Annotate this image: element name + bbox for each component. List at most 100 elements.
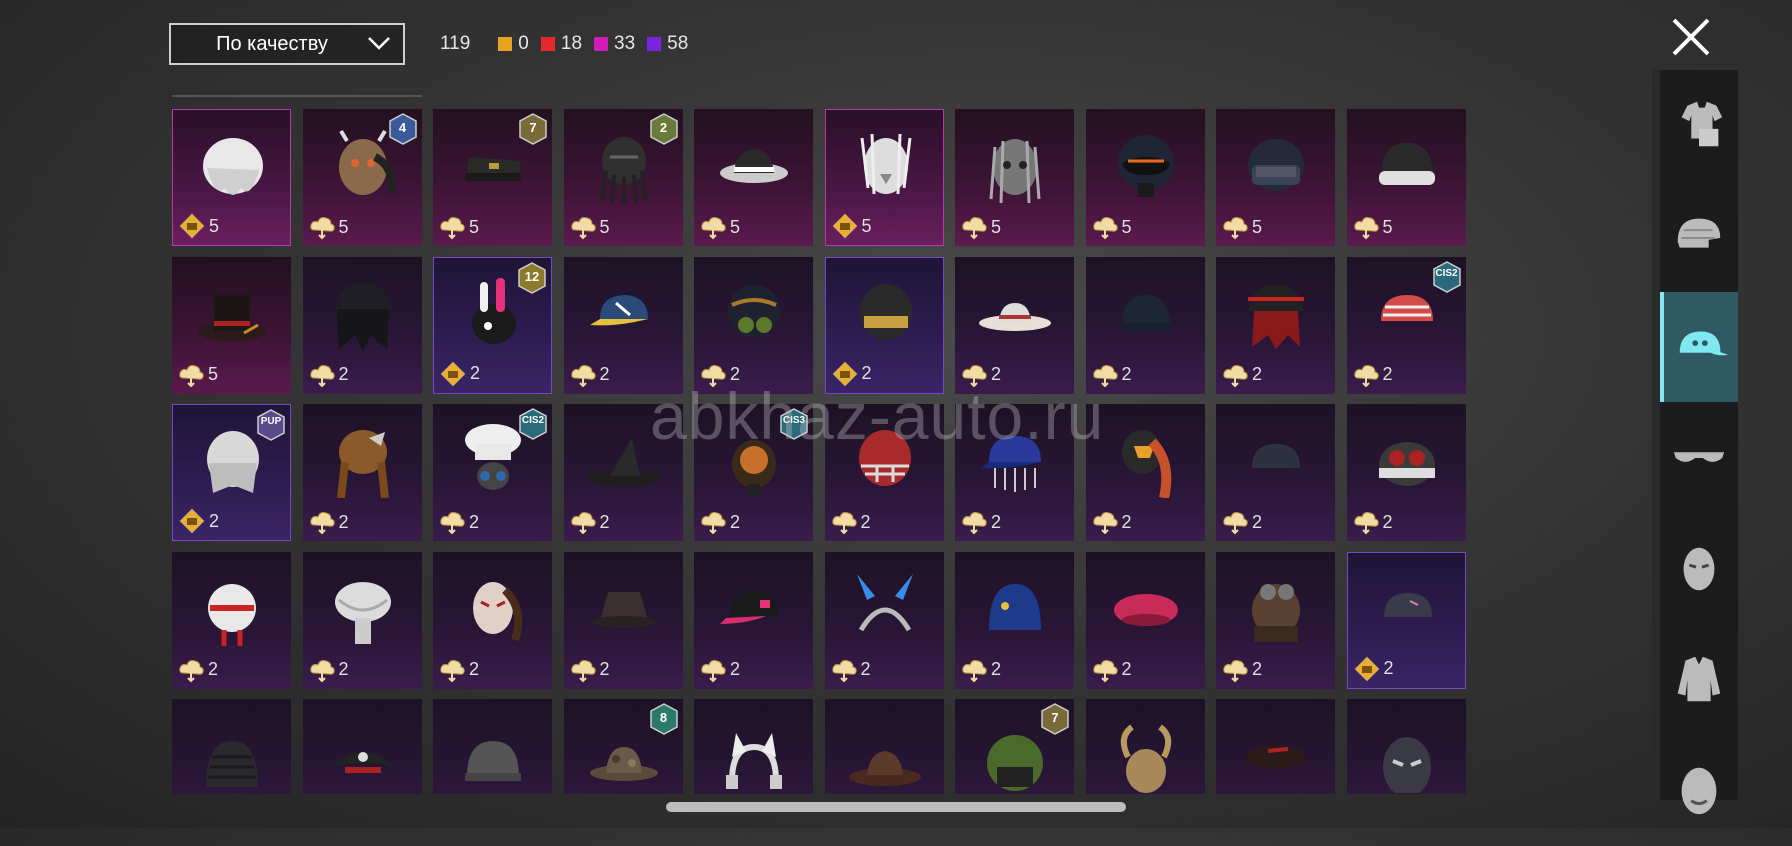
cloud-coin-icon — [1223, 512, 1248, 535]
item-card[interactable]: 2 — [1216, 256, 1335, 394]
price-value: 5 — [1252, 216, 1263, 237]
item-card[interactable]: PUP 2 — [172, 404, 291, 541]
price-value: 2 — [599, 511, 610, 532]
count-red: 18 — [540, 33, 582, 55]
cap-dark-icon — [1383, 592, 1442, 621]
item-card[interactable]: 5 — [955, 109, 1074, 246]
mask-dread-icon — [989, 139, 1041, 203]
item-card[interactable]: 2 — [302, 551, 422, 689]
jester-icon — [1120, 724, 1171, 793]
item-card[interactable]: 2 — [1346, 551, 1466, 689]
cloud-coin-icon — [570, 512, 596, 535]
cloud-coin-icon — [831, 512, 857, 535]
item-card[interactable]: 5 — [694, 109, 813, 246]
item-card[interactable]: 2 — [955, 551, 1074, 689]
item-price: 2 — [309, 362, 349, 388]
close-icon[interactable] — [1668, 14, 1714, 60]
item-card[interactable]: 2 — [824, 256, 944, 394]
cloud-coin-icon — [440, 659, 465, 682]
item-price: 5 — [179, 213, 219, 239]
beanie-dark-icon — [1119, 294, 1172, 331]
item-card[interactable]: 25 — [563, 109, 683, 246]
watermark: abkhaz-auto.ru — [650, 379, 1105, 453]
eyewear-tab[interactable] — [1660, 403, 1738, 513]
item-card[interactable]: 2 — [1346, 404, 1466, 541]
item-card[interactable] — [433, 699, 552, 794]
item-card[interactable]: 12 2 — [433, 256, 552, 394]
item-price: 5 — [570, 214, 610, 240]
item-price: 2 — [700, 509, 740, 535]
item-card[interactable]: 2 — [1085, 551, 1205, 689]
item-price: 2 — [570, 509, 610, 535]
item-card[interactable]: 2 — [1216, 404, 1335, 541]
item-card[interactable]: 5 — [172, 109, 291, 246]
face-tab[interactable] — [1660, 736, 1738, 846]
level-badge: PUP — [256, 409, 286, 441]
horizontal-scrollbar[interactable] — [666, 802, 1126, 812]
item-card[interactable]: 8 — [563, 699, 683, 794]
item-card[interactable]: 45 — [302, 109, 422, 246]
badge-label: 4 — [398, 120, 407, 135]
coin-icon — [179, 213, 205, 239]
item-card[interactable]: 7 — [955, 699, 1074, 794]
price-value: 2 — [1121, 511, 1132, 532]
item-card[interactable]: CIS2 2 — [433, 404, 552, 541]
price-value: 2 — [1252, 511, 1263, 532]
jacket-tab[interactable] — [1660, 625, 1738, 735]
item-card[interactable]: CIS2 2 — [1346, 256, 1466, 394]
item-price: 5 — [309, 214, 349, 240]
turban-icon — [334, 581, 391, 644]
cloud-coin-icon — [309, 364, 335, 387]
mask-tab[interactable] — [1660, 514, 1738, 624]
item-price: 2 — [961, 509, 1001, 535]
braids-icon — [336, 430, 389, 498]
item-card[interactable]: 2 — [694, 256, 813, 394]
sort-dropdown[interactable]: По качеству — [169, 23, 405, 65]
item-card[interactable]: 2 — [433, 551, 552, 689]
item-card[interactable] — [1346, 699, 1466, 794]
item-card[interactable] — [1216, 699, 1335, 794]
helmet-tab[interactable] — [1660, 181, 1738, 291]
item-card[interactable]: 5 — [824, 109, 944, 246]
item-card[interactable]: 2 — [824, 551, 944, 689]
cloud-coin-icon — [701, 659, 726, 682]
jacket-icon — [1677, 656, 1721, 702]
category-sidebar — [1660, 70, 1738, 815]
item-price: 2 — [179, 508, 219, 534]
outfit-tab[interactable] — [1660, 70, 1738, 180]
item-card[interactable]: 2 — [694, 551, 813, 689]
item-card[interactable] — [694, 699, 813, 794]
cloud-coin-icon — [570, 217, 596, 240]
cloud-coin-icon — [179, 364, 204, 387]
item-price: 5 — [831, 213, 872, 239]
item-card[interactable]: 2 — [563, 551, 683, 689]
item-card[interactable]: 2 — [1085, 256, 1205, 394]
item-card[interactable]: 2 — [302, 404, 422, 541]
red-square-icon — [540, 37, 555, 51]
item-card[interactable] — [302, 699, 422, 794]
item-card[interactable] — [172, 699, 291, 794]
item-card[interactable] — [824, 699, 944, 794]
price-value: 2 — [1382, 364, 1393, 384]
item-card[interactable]: 5 — [1085, 109, 1205, 246]
item-card[interactable]: 2 — [1216, 551, 1335, 689]
goggles-icon — [1378, 442, 1435, 486]
price-value: 2 — [338, 659, 349, 679]
item-card[interactable]: 2 — [955, 256, 1074, 394]
price-value: 5 — [1121, 216, 1132, 237]
item-card[interactable]: 5 — [1346, 109, 1466, 246]
item-price: 2 — [309, 509, 349, 535]
item-card[interactable]: 5 — [172, 256, 291, 394]
hat-tab[interactable] — [1660, 292, 1738, 402]
item-price: 2 — [1092, 509, 1132, 535]
badge-label: 7 — [529, 120, 537, 135]
cloud-coin-icon — [1223, 217, 1248, 240]
item-card[interactable]: 2 — [172, 551, 291, 689]
item-card[interactable]: 75 — [433, 109, 552, 246]
item-card[interactable] — [1085, 699, 1205, 794]
helmet-swat-icon — [1248, 139, 1304, 191]
item-card[interactable]: 2 — [302, 256, 422, 394]
mask-white-icon — [208, 583, 256, 646]
item-card[interactable]: 5 — [1216, 109, 1335, 246]
item-card[interactable]: 2 — [563, 256, 683, 394]
